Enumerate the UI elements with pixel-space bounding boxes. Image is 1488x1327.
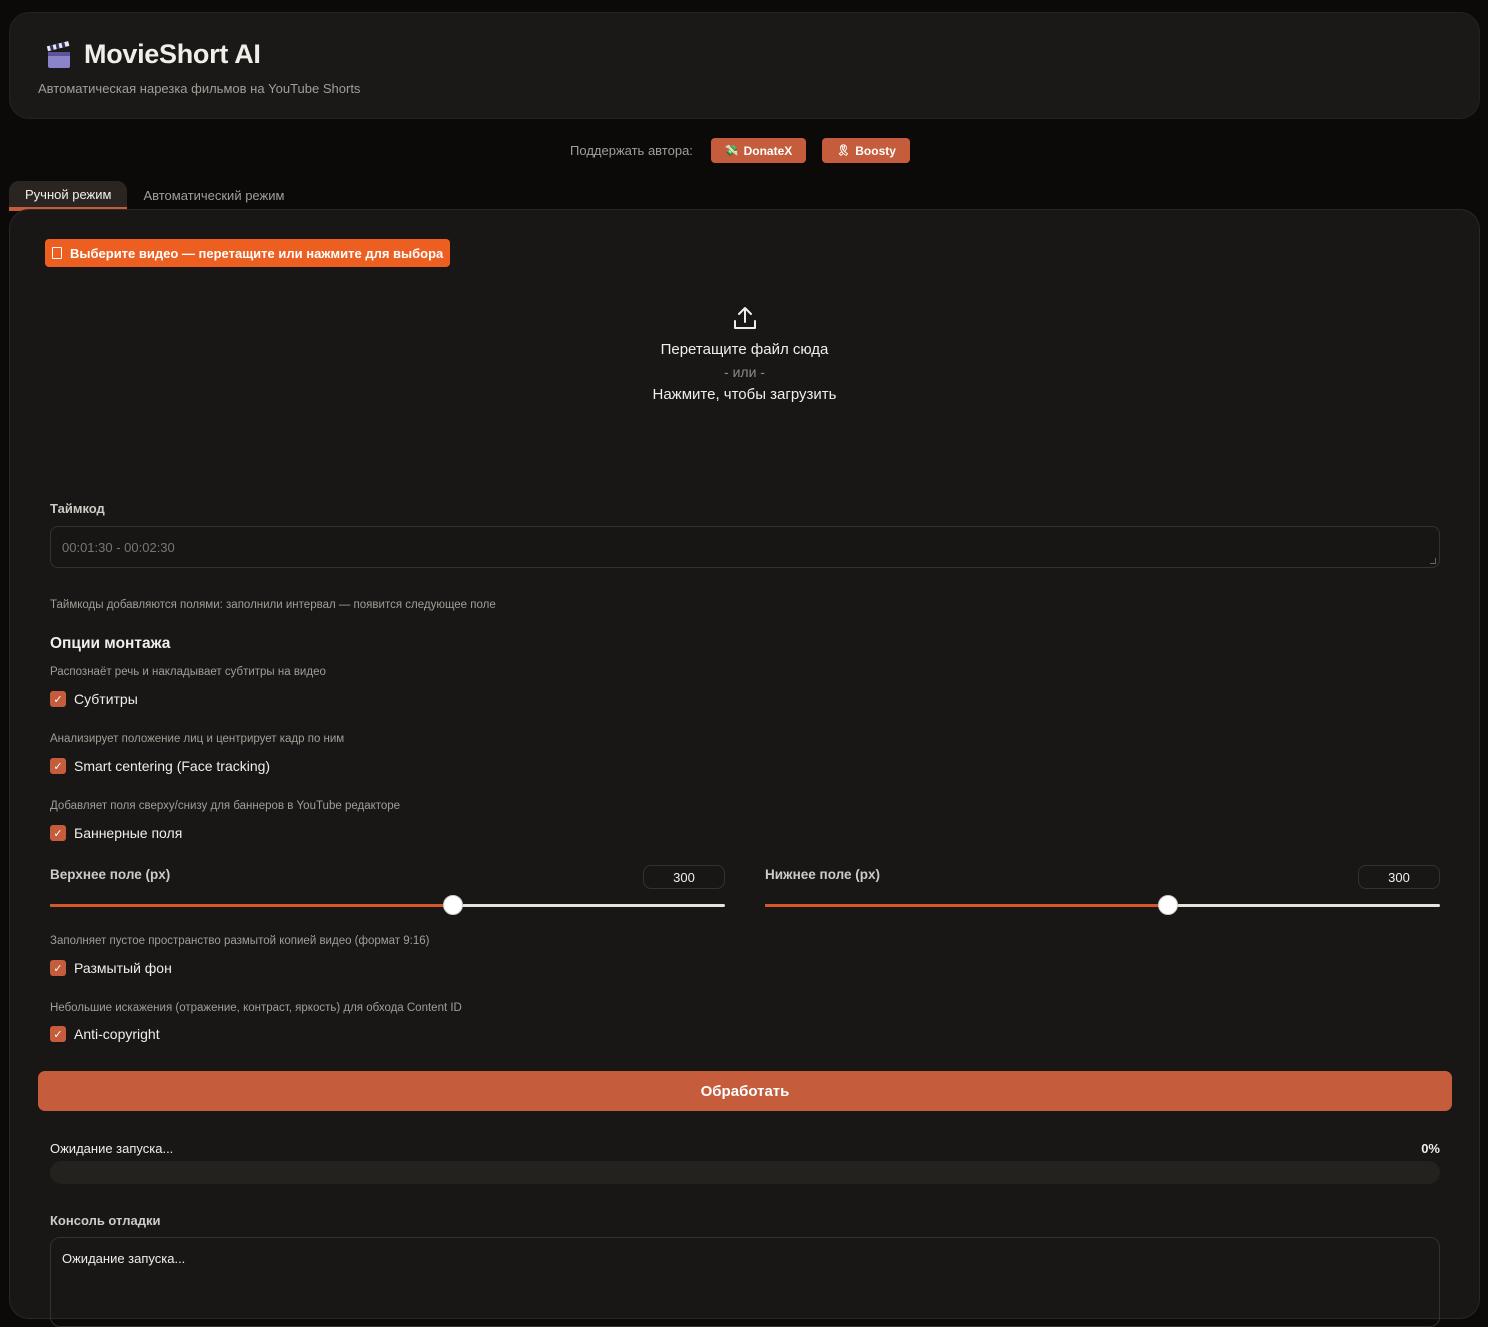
anti-copyright-hint: Небольшие искажения (отражение, контраст…	[50, 1002, 462, 1014]
banners-option[interactable]: ✓ Баннерные поля	[50, 825, 182, 841]
bottom-margin-value[interactable]: 300	[1358, 865, 1440, 889]
app-subtitle: Автоматическая нарезка фильмов на YouTub…	[38, 81, 361, 96]
support-row: Поддержать автора: 💸 DonateX 🎗 Boosty	[0, 138, 1488, 163]
top-margin-thumb[interactable]	[442, 895, 463, 915]
top-margin-track[interactable]	[50, 895, 725, 915]
blur-bg-option[interactable]: ✓ Размытый фон	[50, 960, 172, 976]
smart-centering-hint: Анализирует положение лиц и центрирует к…	[50, 733, 345, 745]
subtitles-label: Субтитры	[74, 691, 138, 707]
blur-bg-checkbox[interactable]: ✓	[50, 960, 66, 976]
timecode-hint: Таймкоды добавляются полями: заполнили и…	[50, 599, 496, 611]
console-label: Консоль отладки	[50, 1213, 161, 1228]
upload-icon	[733, 307, 756, 329]
resize-grip-icon[interactable]	[1430, 558, 1436, 564]
dropzone-drag-text: Перетащите файл сюда	[660, 341, 829, 358]
options-title: Опции монтажа	[50, 635, 171, 652]
progress-percent: 0%	[1421, 1141, 1440, 1156]
bottom-margin-slider[interactable]: Нижнее поле (px) 300	[765, 865, 1440, 915]
smart-centering-label: Smart centering (Face tracking)	[74, 758, 271, 774]
top-margin-fill	[50, 904, 453, 907]
support-label: Поддержать автора:	[570, 143, 693, 158]
app-title: MovieShort AI	[84, 39, 261, 69]
app-header: MovieShort AI Автоматическая нарезка фил…	[9, 12, 1480, 119]
bottom-margin-track[interactable]	[765, 895, 1440, 915]
dropzone-click-text: Нажмите, чтобы загрузить	[652, 386, 837, 403]
top-margin-label: Верхнее поле (px)	[50, 867, 171, 882]
ribbon-icon: 🎗	[836, 145, 851, 157]
bottom-margin-fill	[765, 904, 1168, 907]
process-button[interactable]: Обработать	[38, 1071, 1452, 1111]
smart-centering-option[interactable]: ✓ Smart centering (Face tracking)	[50, 758, 270, 774]
top-margin-value[interactable]: 300	[643, 865, 725, 889]
anti-copyright-option[interactable]: ✓ Anti-copyright	[50, 1026, 160, 1042]
progress-status: Ожидание запуска...	[50, 1141, 174, 1156]
subtitles-checkbox[interactable]: ✓	[50, 691, 66, 707]
blur-bg-label: Размытый фон	[74, 960, 172, 976]
boosty-label: Boosty	[855, 143, 896, 158]
tab-manual-mode[interactable]: Ручной режим	[9, 181, 128, 209]
dropzone-or-text: - или -	[724, 364, 765, 380]
video-dropzone[interactable]: Перетащите файл сюда - или - Нажмите, чт…	[10, 305, 1479, 403]
video-file-chip-label: Выберите видео — перетащите или нажмите …	[70, 245, 444, 261]
subtitles-option[interactable]: ✓ Субтитры	[50, 691, 138, 707]
anti-copyright-label: Anti-copyright	[74, 1026, 160, 1042]
mode-tabs: Ручной режим Автоматический режим	[9, 181, 300, 209]
progress-bar	[50, 1161, 1440, 1184]
title-row: MovieShort AI	[44, 39, 261, 70]
boosty-button[interactable]: 🎗 Boosty	[822, 138, 910, 163]
file-icon	[52, 247, 62, 259]
banners-hint: Добавляет поля сверху/снизу для баннеров…	[50, 800, 401, 812]
anti-copyright-checkbox[interactable]: ✓	[50, 1026, 66, 1042]
blur-bg-hint: Заполняет пустое пространство размытой к…	[50, 935, 430, 947]
smart-centering-checkbox[interactable]: ✓	[50, 758, 66, 774]
top-margin-slider[interactable]: Верхнее поле (px) 300	[50, 865, 725, 915]
tab-auto-mode[interactable]: Автоматический режим	[127, 181, 300, 209]
donatex-label: DonateX	[743, 143, 793, 158]
bottom-margin-thumb[interactable]	[1157, 895, 1178, 915]
main-panel: Выберите видео — перетащите или нажмите …	[9, 209, 1480, 1327]
bottom-margin-label: Нижнее поле (px)	[765, 867, 881, 882]
video-file-chip[interactable]: Выберите видео — перетащите или нажмите …	[45, 239, 451, 267]
donatex-button[interactable]: 💸 DonateX	[710, 138, 807, 163]
timecode-input[interactable]: 00:01:30 - 00:02:30	[50, 526, 1440, 568]
timecode-placeholder: 00:01:30 - 00:02:30	[62, 539, 175, 555]
banners-checkbox[interactable]: ✓	[50, 825, 66, 841]
debug-console[interactable]: Ожидание запуска...	[50, 1237, 1440, 1327]
timecode-label: Таймкод	[50, 501, 105, 516]
clapperboard-icon	[46, 40, 70, 68]
banners-label: Баннерные поля	[74, 825, 183, 841]
subtitles-hint: Распознаёт речь и накладывает субтитры н…	[50, 666, 326, 678]
money-icon: 💸	[724, 145, 739, 157]
